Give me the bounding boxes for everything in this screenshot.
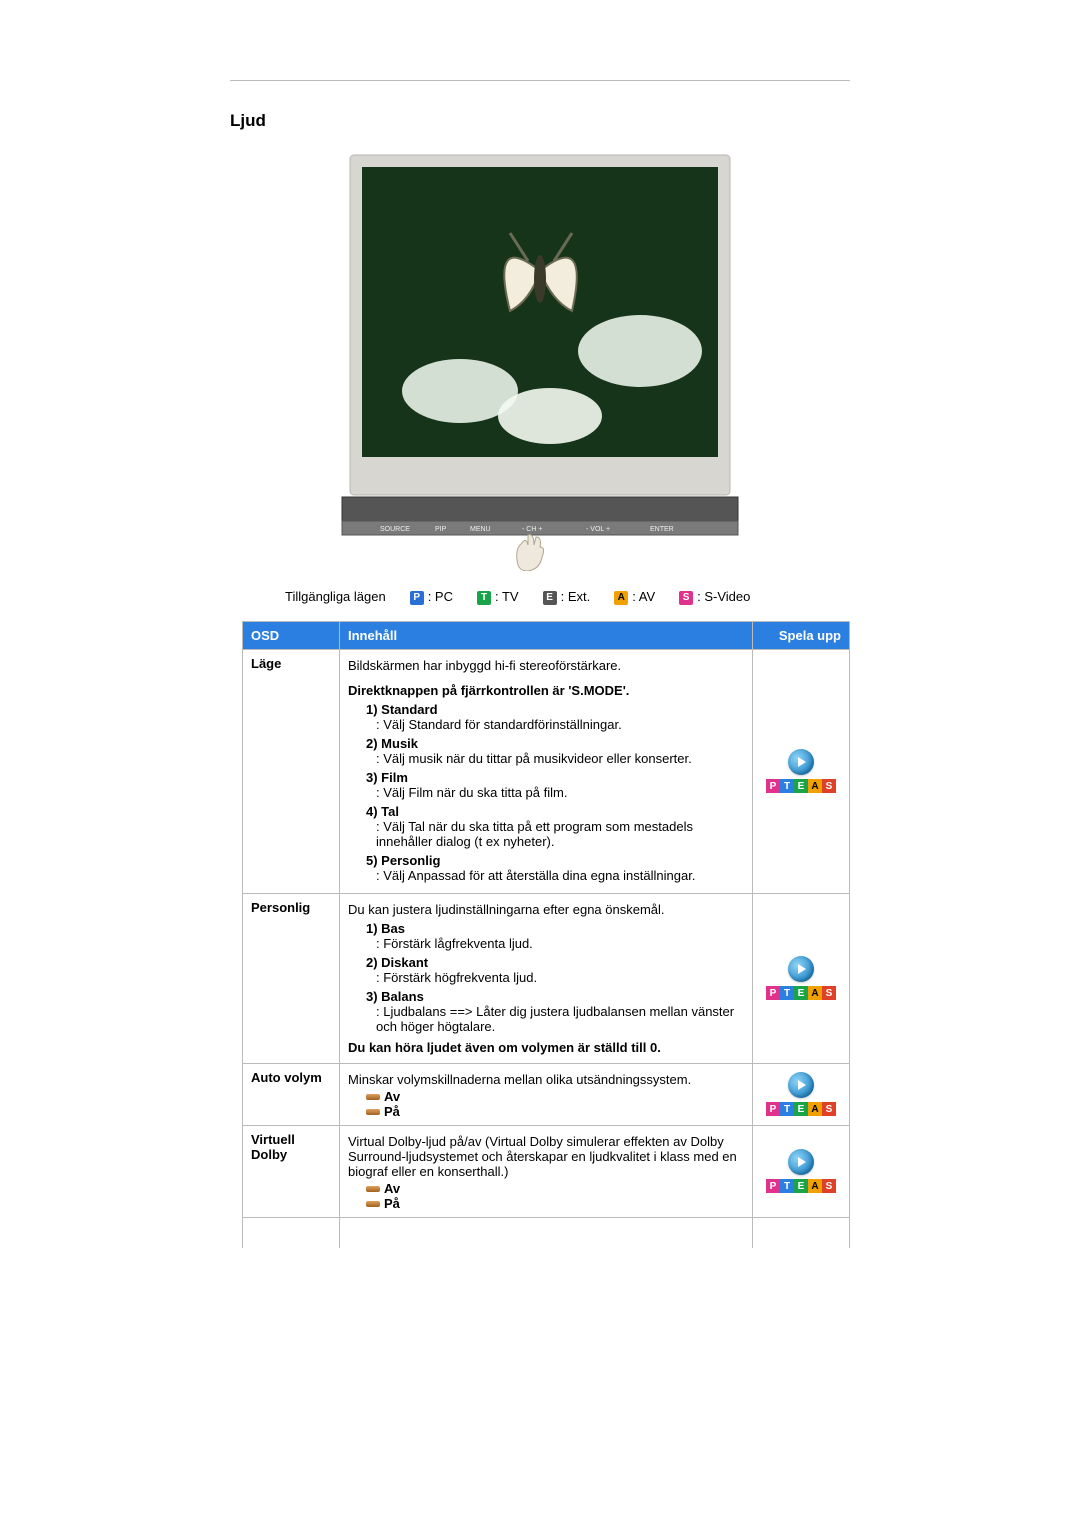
header-content: Innehåll [340,621,753,649]
table-row: Läge Bildskärmen har inbyggd hi-fi stere… [243,649,850,893]
svg-text:PIP: PIP [435,526,447,533]
pteas-badge: PTEAS [761,1102,841,1116]
row-content: Minskar volymskillnaderna mellan olika u… [340,1063,753,1125]
play-icon[interactable] [788,749,814,775]
header-osd: OSD [243,621,340,649]
play-cell: PTEAS [753,649,850,893]
mode-av: A: AV [614,589,655,605]
pteas-badge: PTEAS [761,779,841,793]
row-osd-label: Personlig [243,893,340,1063]
page: Ljud SOURCE PIP MENU [130,0,950,1248]
table-row: Personlig Du kan justera ljudinställning… [243,893,850,1063]
table-row-empty [243,1217,850,1248]
p-icon: P [410,591,424,605]
svg-text:- CH +: - CH + [522,526,542,533]
mode-svideo: S: S-Video [679,589,750,605]
available-modes-row: Tillgängliga lägen P: PC T: TV E: Ext. A… [285,589,950,605]
a-icon: A [614,591,628,605]
bullet-icon [366,1109,380,1115]
t-icon: T [477,591,491,605]
option-av: Av [366,1089,744,1104]
option-pa: På [366,1104,744,1119]
svg-text:SOURCE: SOURCE [380,526,410,533]
table-row: Virtuell Dolby Virtual Dolby-ljud på/av … [243,1125,850,1217]
mode-ext: E: Ext. [543,589,591,605]
table-header-row: OSD Innehåll Spela upp [243,621,850,649]
row-content: Virtual Dolby-ljud på/av (Virtual Dolby … [340,1125,753,1217]
play-cell: PTEAS [753,1125,850,1217]
play-cell: PTEAS [753,893,850,1063]
mode-pc: P: PC [410,589,453,605]
e-icon: E [543,591,557,605]
pteas-badge: PTEAS [761,1179,841,1193]
svg-text:ENTER: ENTER [650,526,674,533]
row-content: Du kan justera ljudinställningarna efter… [340,893,753,1063]
svg-text:MENU: MENU [470,526,491,533]
bullet-icon [366,1186,380,1192]
bullet-icon [366,1201,380,1207]
section-title: Ljud [230,111,950,131]
play-icon[interactable] [788,1072,814,1098]
pteas-badge: PTEAS [761,986,841,1000]
play-cell: PTEAS [753,1063,850,1125]
s-icon: S [679,591,693,605]
row-osd-label: Virtuell Dolby [243,1125,340,1217]
svg-text:- VOL +: - VOL + [586,526,610,533]
play-icon[interactable] [788,1149,814,1175]
modes-label: Tillgängliga lägen [285,589,386,604]
play-icon[interactable] [788,956,814,982]
mode-tv: T: TV [477,589,519,605]
divider-top [230,80,850,81]
tv-illustration: SOURCE PIP MENU - CH + - VOL + ENTER [130,151,950,574]
row-content: Bildskärmen har inbyggd hi-fi stereoförs… [340,649,753,893]
row-osd-label: Läge [243,649,340,893]
table-row: Auto volym Minskar volymskillnaderna mel… [243,1063,850,1125]
osd-table: OSD Innehåll Spela upp Läge Bildskärmen … [242,621,850,1248]
option-pa: På [366,1196,744,1211]
row-osd-label: Auto volym [243,1063,340,1125]
bullet-icon [366,1094,380,1100]
option-av: Av [366,1181,744,1196]
header-play: Spela upp [753,621,850,649]
